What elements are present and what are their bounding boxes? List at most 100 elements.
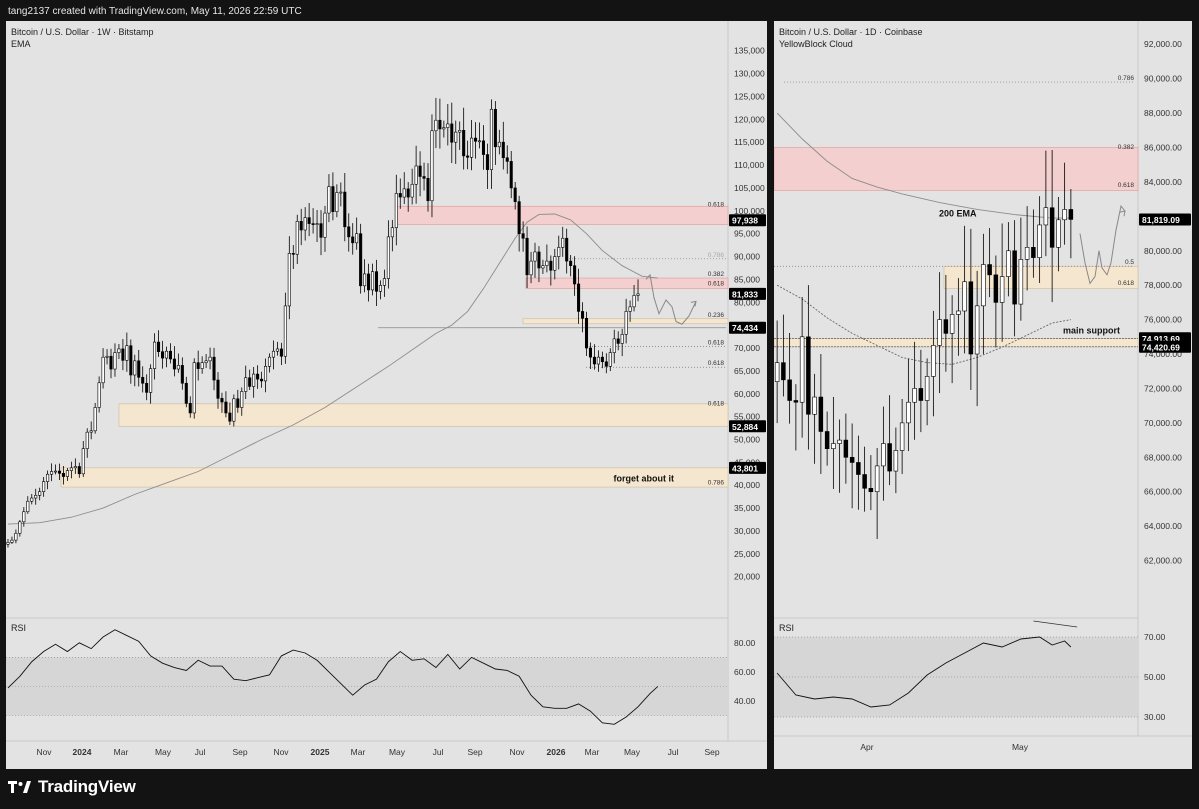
rsi-axis-tick: 50.00 [1144,672,1166,682]
candle-body [1006,250,1011,277]
candle-body [77,466,81,475]
candle-body [275,348,279,352]
candle-body [331,186,335,213]
candle-body [81,448,85,475]
candle-body [426,178,430,202]
candle-body [912,388,917,403]
candle-body [109,355,113,370]
candle-body [10,539,14,543]
candle-body [117,348,121,353]
candle-body [470,137,474,158]
candle-body [493,108,497,148]
candle-body [398,193,402,198]
price-axis-tick: 60,000 [734,389,760,399]
candle-body [327,186,331,214]
candle-body [632,295,636,308]
candle-body [315,223,319,225]
rsi-axis-tick: 70.00 [1144,632,1166,642]
daily-chart-pane[interactable]: 92,000.00 90,000.00 88,000.00 86,000.00 84,0… [774,21,1192,769]
candle-body [184,382,188,404]
tradingview-brand[interactable]: TradingView [8,775,136,799]
candle-body [121,348,125,361]
candle-body [608,352,612,367]
candle-body [157,341,161,352]
candle-body [831,443,836,449]
candle-body [1037,224,1042,258]
candle-body [145,382,149,393]
price-axis-tick: 20,000 [734,572,760,582]
price-axis-tick: 68,000.00 [1144,452,1182,462]
time-axis-tick: Nov [273,747,289,757]
candle-body [188,403,192,414]
daily-chart-canvas[interactable]: 92,000.00 90,000.00 88,000.00 86,000.00 84,0… [774,21,1192,769]
candle-body [612,338,616,353]
resistance-zone [525,277,729,289]
candle-body [874,465,880,493]
time-axis-tick: Jul [668,747,679,757]
candle-body [937,319,942,346]
support-zone [118,403,729,427]
candle-body [793,400,799,403]
candle-body [931,345,936,377]
candle-body [382,278,386,286]
candle-body [513,187,517,202]
candle-body [596,356,600,365]
price-axis-tick: 120,000 [734,114,765,124]
candle-body [240,391,244,408]
candle-body [545,260,549,266]
candle-body [335,192,339,213]
brand-name: TradingView [38,777,136,796]
daily-indicator-label: YellowBlock Cloud [779,39,853,49]
candle-body [573,265,577,285]
price-axis-tick: 65,000 [734,366,760,376]
candle-body [374,271,379,292]
candle-body [787,379,792,401]
price-axis-tick: 55,000 [734,412,760,422]
candle-body [485,154,489,170]
candle-body [1068,209,1074,220]
price-axis-tick: 92,000.00 [1144,39,1182,49]
projection-arrowhead [1119,210,1126,217]
candle-body [474,137,478,142]
candle-body [228,412,232,422]
candle-body [85,431,89,449]
candle-body [806,336,811,415]
rsi-axis-tick: 60.00 [734,667,756,677]
candle-body [129,345,133,376]
price-tag: 81,819.09 [1142,215,1180,225]
candle-body [378,285,382,292]
price-axis-tick: 105,000 [734,183,765,193]
candle-body [34,494,38,499]
candle-body [339,191,343,194]
price-tag: 74,434 [732,323,758,333]
candle-body [176,365,180,370]
support-zone [774,338,1139,348]
candle-body [244,377,248,392]
chart-annotation: 200 EMA [939,208,977,218]
candle-body [311,223,315,225]
candle-body [248,377,252,387]
weekly-chart-pane[interactable]: 135,000 130,000 125,000 120,000 115,000 110,0… [6,21,767,769]
candle-body [541,265,545,269]
candle-body [93,407,97,432]
time-axis-tick: 2025 [311,747,330,757]
candle-body [462,130,466,157]
candle-body [406,188,410,198]
candle-body [561,237,565,248]
candle-body [220,398,224,403]
candle-body [196,362,200,369]
candle-body [319,223,323,238]
fib-label: 0.618 [708,202,725,209]
price-axis-tick: 84,000.00 [1144,177,1182,187]
fib-label: 0.382 [708,271,725,278]
candle-body [949,314,955,334]
candle-body [208,356,212,362]
candle-body [89,430,93,433]
weekly-chart-canvas[interactable]: 135,000 130,000 125,000 120,000 115,000 110,0… [6,21,767,769]
candle-body [974,305,980,355]
price-axis-tick: 35,000 [734,503,760,513]
candle-body [620,333,624,344]
candle-body [422,176,426,179]
candle-body [577,283,581,312]
candle-body [956,310,961,315]
